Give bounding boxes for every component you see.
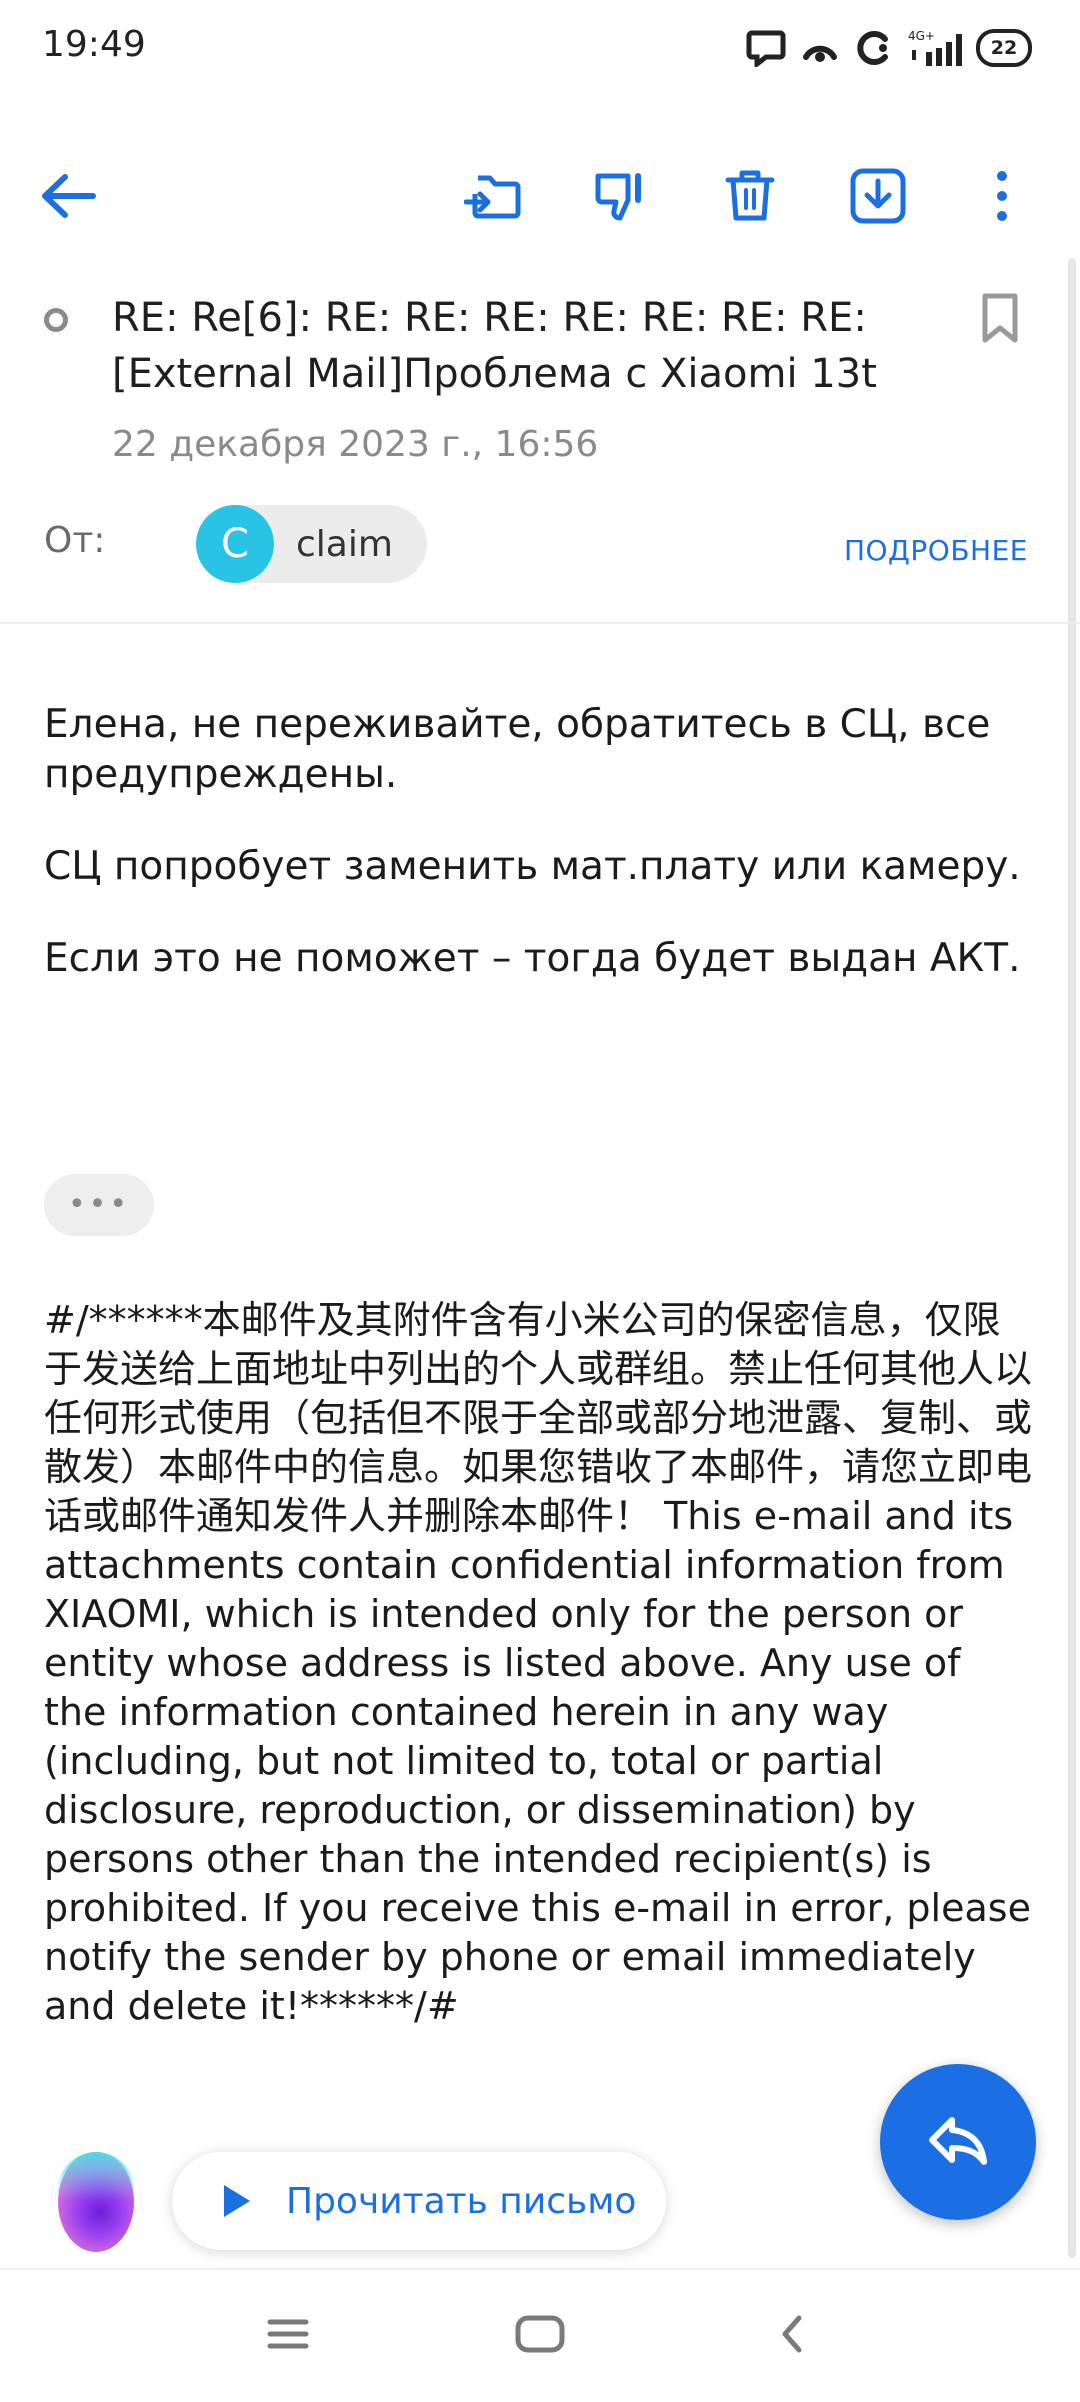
move-to-folder-icon[interactable] bbox=[458, 160, 530, 232]
spam-thumbs-down-icon[interactable] bbox=[586, 160, 658, 232]
sender-name: claim bbox=[296, 523, 393, 565]
details-link[interactable]: ПОДРОБНЕЕ bbox=[844, 534, 1028, 567]
email-body: Елена, не переживайте, обратитесь в СЦ, … bbox=[44, 700, 1034, 1026]
email-subject: RE: Re[6]: RE: RE: RE: RE: RE: RE: RE: [… bbox=[112, 295, 877, 397]
play-icon bbox=[224, 2185, 250, 2217]
bookmark-icon[interactable] bbox=[980, 292, 1020, 348]
home-icon[interactable] bbox=[500, 2302, 580, 2366]
scrollbar[interactable] bbox=[1068, 258, 1076, 2258]
trash-icon[interactable] bbox=[714, 160, 786, 232]
sync-icon bbox=[857, 31, 888, 65]
chat-bubble-icon bbox=[746, 30, 786, 67]
read-aloud-label: Прочитать письмо bbox=[286, 2180, 637, 2222]
divider bbox=[0, 622, 1080, 624]
link-icon bbox=[803, 45, 837, 62]
menu-icon[interactable] bbox=[248, 2302, 328, 2366]
more-dots-icon: ••• bbox=[67, 1187, 131, 1222]
back-icon[interactable] bbox=[752, 2302, 832, 2366]
body-paragraph: СЦ попробует заменить мат.плату или каме… bbox=[44, 844, 1021, 889]
read-aloud-button[interactable]: Прочитать письмо bbox=[172, 2152, 666, 2250]
assistant-orb-glow bbox=[58, 2152, 134, 2200]
unread-indicator-icon[interactable] bbox=[44, 308, 68, 332]
disclaimer-text: #/******本邮件及其附件含有小米公司的保密信息，仅限于发送给上面地址中列出… bbox=[44, 1298, 1033, 2028]
show-quoted-button[interactable]: ••• bbox=[44, 1174, 154, 1236]
status-icons: 4G+ 22 bbox=[746, 26, 1032, 70]
battery-icon: 22 bbox=[976, 29, 1032, 67]
battery-level: 22 bbox=[990, 37, 1018, 59]
svg-text:4G+: 4G+ bbox=[908, 29, 935, 43]
body-paragraph: Елена, не переживайте, обратитесь в СЦ, … bbox=[44, 702, 991, 797]
more-vert-icon[interactable] bbox=[966, 160, 1038, 232]
email-date: 22 декабря 2023 г., 16:56 bbox=[112, 424, 599, 465]
reply-icon bbox=[929, 2117, 987, 2165]
status-time: 19:49 bbox=[42, 24, 146, 65]
back-arrow-icon[interactable] bbox=[32, 160, 104, 232]
sender-chip[interactable]: C claim bbox=[196, 505, 427, 583]
download-icon[interactable] bbox=[842, 160, 914, 232]
from-label: От: bbox=[44, 520, 106, 561]
reply-button[interactable] bbox=[880, 2064, 1036, 2220]
signal-4g-icon: 4G+ bbox=[908, 29, 962, 66]
body-paragraph: Если это не поможет – тогда будет выдан … bbox=[44, 936, 1021, 981]
sender-avatar: C bbox=[196, 505, 274, 583]
